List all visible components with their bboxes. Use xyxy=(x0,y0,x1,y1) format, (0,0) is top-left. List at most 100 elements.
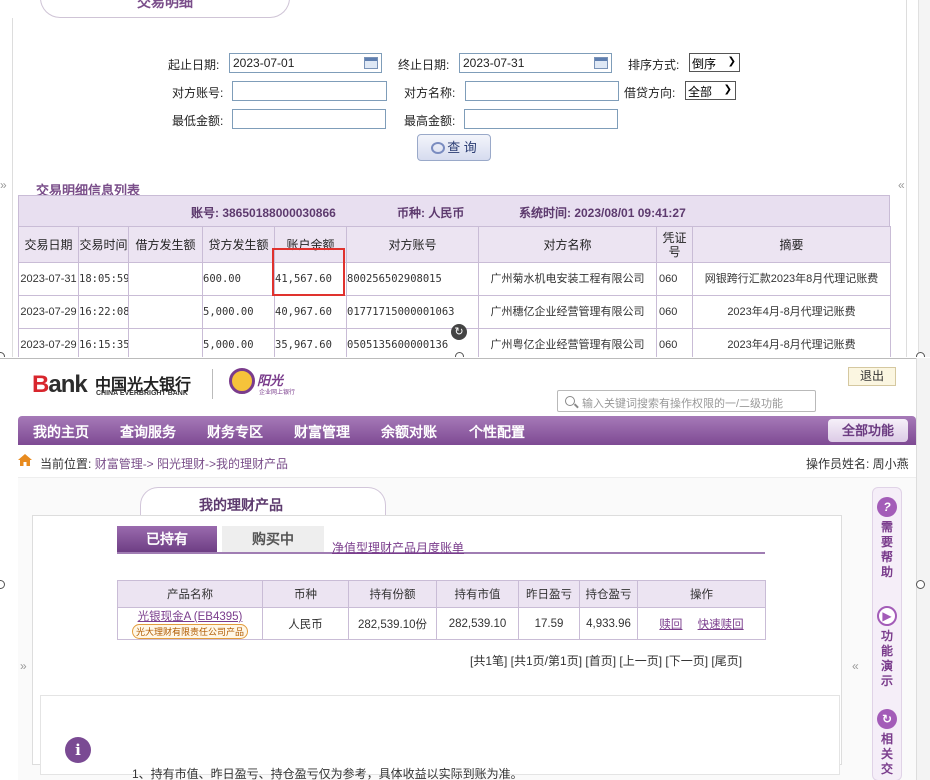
sunshine-subtitle: 企业网上银行 xyxy=(259,390,296,396)
column-header: 交易时间 xyxy=(78,226,129,263)
direction-select[interactable]: 全部 ❯ xyxy=(685,81,736,100)
counter-account-input[interactable] xyxy=(232,81,387,101)
expand-left-icon[interactable]: » xyxy=(20,659,27,673)
resize-handle[interactable] xyxy=(916,352,925,357)
table-cell: 5,000.00 xyxy=(202,328,275,357)
all-functions-button[interactable]: 全部功能 xyxy=(828,419,908,442)
logo-divider xyxy=(212,369,213,399)
play-icon: ▶ xyxy=(877,606,897,626)
table-cell: 060 xyxy=(656,295,693,329)
nav-item-home[interactable]: 我的主页 xyxy=(33,422,89,442)
nav-item-reconcile[interactable]: 余额对账 xyxy=(381,422,437,442)
related-button[interactable]: ↻ 相关交 xyxy=(876,709,898,777)
refresh-icon: ↻ xyxy=(877,709,897,729)
table-header-row: 产品名称 币种 持有份额 持有市值 昨日盈亏 持仓盈亏 操作 xyxy=(117,580,766,608)
help-button[interactable]: ? 需要帮助 xyxy=(876,497,898,580)
rotate-handle-icon[interactable]: ↻ xyxy=(451,324,467,340)
direction-value: 全部 xyxy=(688,85,713,99)
sort-select[interactable]: 倒序 ❯ xyxy=(689,53,740,72)
column-header: 币种 xyxy=(262,580,349,608)
nav-item-finance[interactable]: 财务专区 xyxy=(207,422,263,442)
function-search-input[interactable]: 输入关键词搜索有操作权限的一/二级功能 xyxy=(557,390,816,412)
column-header: 交易日期 xyxy=(18,226,79,263)
table-cell: 广州菊水机电安装工程有限公司 xyxy=(478,262,657,296)
query-button[interactable]: 查 询 xyxy=(417,134,491,161)
home-icon[interactable] xyxy=(18,454,32,466)
account-info-bar: 账号: 38650188000030866 币种: 人民币 系统时间: 2023… xyxy=(18,195,890,227)
demo-label: 功能演示 xyxy=(880,629,893,688)
table-cell: 2023年4月-8月代理记账费 xyxy=(692,295,891,329)
table-cell: 800256502908015 xyxy=(346,262,479,296)
table-cell: 40,967.60 xyxy=(274,295,347,329)
highlight-box xyxy=(272,248,345,296)
resize-handle[interactable] xyxy=(916,580,925,589)
related-label: 相关交 xyxy=(880,732,893,776)
question-icon: ? xyxy=(877,497,897,517)
nav-item-query[interactable]: 查询服务 xyxy=(120,422,176,442)
info-icon: i xyxy=(65,737,91,763)
right-scroll-strip[interactable] xyxy=(916,358,930,780)
tab-holding[interactable]: 已持有 xyxy=(117,526,217,552)
issuer-badge: 光大理财有限责任公司产品 xyxy=(131,624,248,639)
calendar-icon[interactable] xyxy=(594,57,608,69)
counter-name-input[interactable] xyxy=(465,81,619,101)
start-date-input[interactable]: 2023-07-01 xyxy=(229,53,382,73)
max-amount-input[interactable] xyxy=(464,109,618,129)
search-placeholder: 输入关键词搜索有操作权限的一/二级功能 xyxy=(582,398,784,410)
monthly-statement-link[interactable]: 净值型理财产品月度账单 xyxy=(332,539,464,556)
column-header: 持有份额 xyxy=(348,580,437,608)
chevron-down-icon: ❯ xyxy=(723,84,732,95)
end-date-input[interactable]: 2023-07-31 xyxy=(459,53,612,73)
breadcrumb-prefix: 当前位置: xyxy=(40,457,92,471)
currency-cell: 人民币 xyxy=(262,607,349,640)
column-header: 产品名称 xyxy=(117,580,263,608)
table-header-row: 交易日期 交易时间 借方发生额 贷方发生额 账户余额 对方账号 对方名称 凭证号 摘要 xyxy=(18,226,891,263)
collapse-right-icon[interactable]: « xyxy=(852,659,859,673)
table-cell: 网银跨行汇款2023年8月代理记账费 xyxy=(692,262,891,296)
redeem-link[interactable]: 赎回 xyxy=(659,619,682,631)
pagination[interactable]: [共1笔] [共1页/第1页] [首页] [上一页] [下一页] [尾页] xyxy=(470,652,742,669)
sort-value: 倒序 xyxy=(692,57,717,71)
table-cell: 16:15:35 xyxy=(78,328,129,357)
tab-transaction-detail[interactable]: 交易明细 xyxy=(40,0,290,18)
table-cell: 060 xyxy=(656,262,693,296)
table-row: 2023-07-29 16:22:08 5,000.00 40,967.60 01771… xyxy=(18,295,891,329)
tab-purchasing[interactable]: 购买中 xyxy=(222,526,324,552)
collapse-right-icon[interactable]: « xyxy=(898,178,905,192)
market-value-cell: 282,539.10 xyxy=(436,607,519,640)
table-cell: 16:22:08 xyxy=(78,295,129,329)
sunshine-logo-icon xyxy=(229,368,255,394)
breadcrumb-path[interactable]: 财富管理-> 阳光理财->我的理财产品 xyxy=(95,457,288,471)
nav-item-personal[interactable]: 个性配置 xyxy=(469,422,525,442)
counter-account-label: 对方账号: xyxy=(172,86,224,100)
counter-name-label: 对方名称: xyxy=(404,86,456,100)
demo-button[interactable]: ▶ 功能演示 xyxy=(876,606,898,689)
chevron-down-icon: ❯ xyxy=(727,56,736,67)
frame-left-border xyxy=(12,18,13,357)
frame-right-border xyxy=(906,0,907,357)
logo-b: B xyxy=(32,371,49,398)
expand-left-icon[interactable]: » xyxy=(0,178,7,192)
column-header: 持有市值 xyxy=(436,580,519,608)
calendar-icon[interactable] xyxy=(364,57,378,69)
system-time: 系统时间: 2023/08/01 09:41:27 xyxy=(519,206,686,220)
nav-item-wealth[interactable]: 财富管理 xyxy=(294,422,350,442)
start-date-value: 2023-07-01 xyxy=(233,56,295,70)
resize-handle[interactable] xyxy=(455,352,464,357)
min-amount-input[interactable] xyxy=(232,109,386,129)
position-pl-cell: 4,933.96 xyxy=(579,607,638,640)
help-label: 需要帮助 xyxy=(880,520,893,579)
table-row: 光银现金A (EB4395) 光大理财有限责任公司产品 人民币 282,539.… xyxy=(117,607,766,640)
quick-redeem-link[interactable]: 快速赎回 xyxy=(698,619,744,631)
panel-title-tab: 我的理财产品 xyxy=(140,487,386,517)
logout-button[interactable]: 退出 xyxy=(848,367,896,386)
main-nav: 我的主页 查询服务 财务专区 财富管理 余额对账 个性配置 全部功能 xyxy=(18,416,916,445)
table-cell: 5,000.00 xyxy=(202,295,275,329)
search-icon xyxy=(565,396,575,406)
start-date-label: 起止日期: xyxy=(168,58,220,72)
resize-handle[interactable] xyxy=(0,352,5,357)
table-cell: 2023年4月-8月代理记账费 xyxy=(692,328,891,357)
column-header: 持仓盈亏 xyxy=(579,580,638,608)
transaction-detail-screen: 交易明细 » « 起止日期: 2023-07-01 终止日期: 2023-07-… xyxy=(0,0,930,357)
product-name-link[interactable]: 光银现金A (EB4395) xyxy=(118,608,262,624)
